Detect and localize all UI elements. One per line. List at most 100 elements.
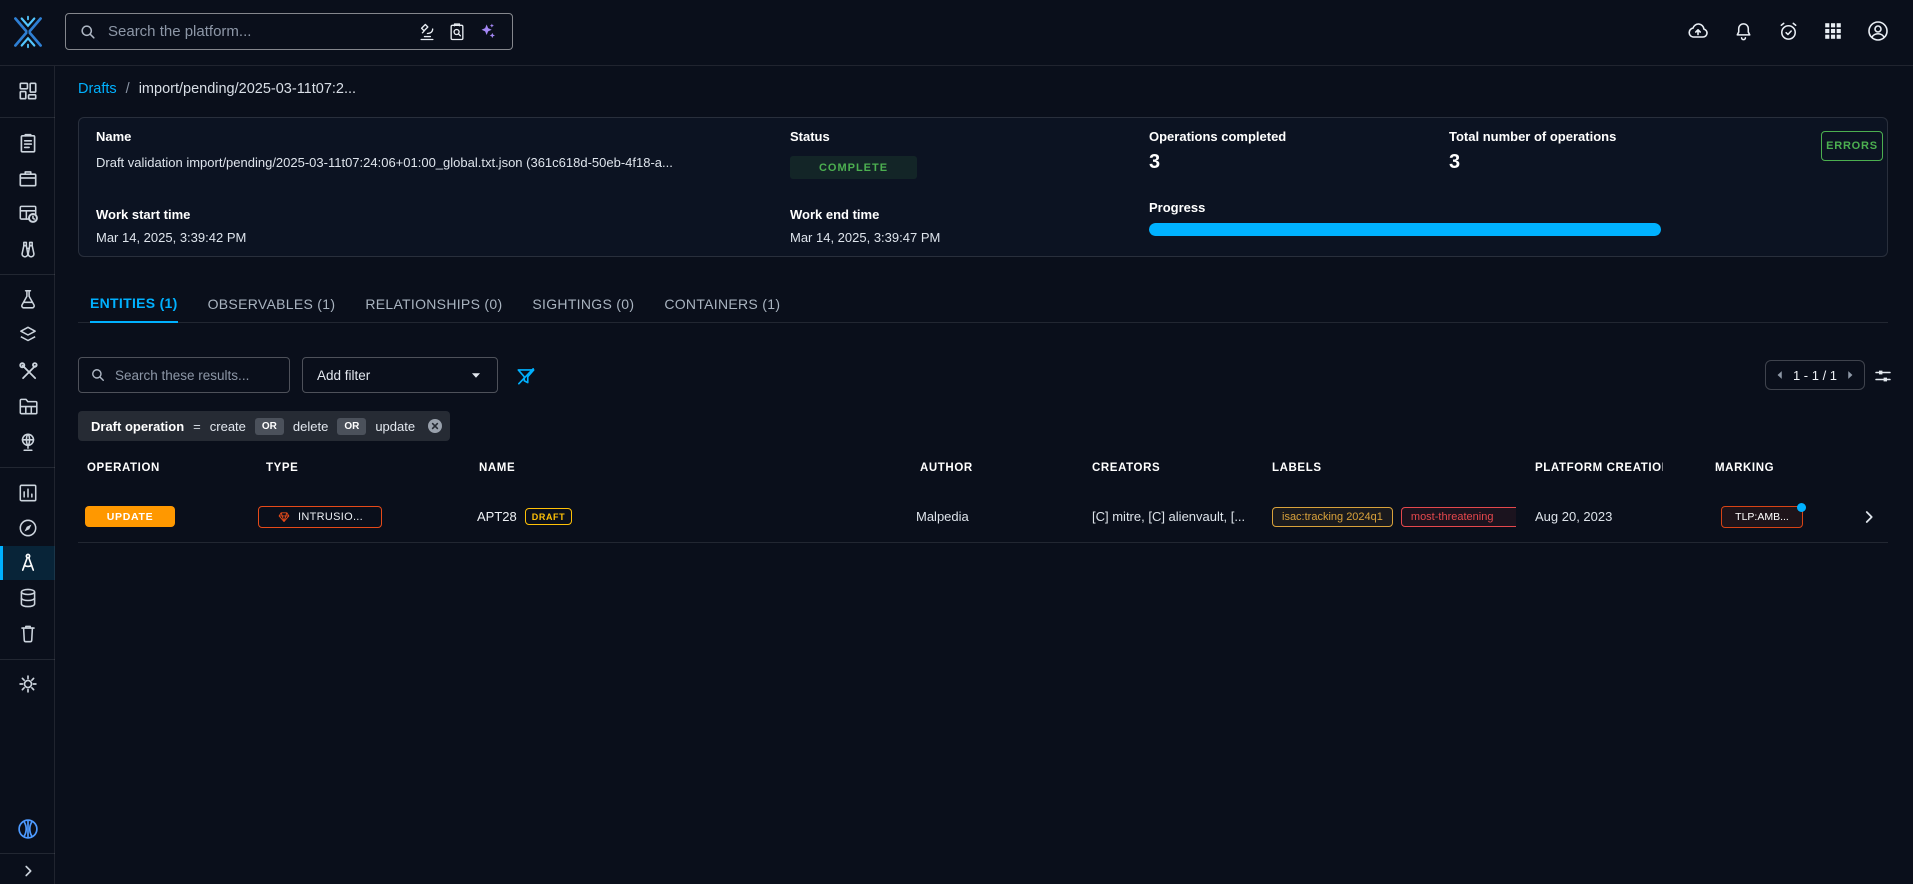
total-operations-label: Total number of operations	[1449, 129, 1616, 144]
table-header-row: OPERATION TYPE NAME AUTHOR CREATORS LABE…	[0, 462, 1913, 486]
filter-operator: =	[193, 419, 201, 434]
breadcrumb-drafts-link[interactable]: Drafts	[78, 81, 117, 97]
column-header-author[interactable]: AUTHOR	[920, 462, 973, 474]
add-filter-label: Add filter	[317, 368, 370, 383]
filter-remove-icon[interactable]	[426, 417, 444, 435]
table-row[interactable]: UPDATE INTRUSIO... APT28 DRAFT Malpedia …	[78, 490, 1888, 543]
result-tabs: ENTITIES (1) OBSERVABLES (1) RELATIONSHI…	[78, 285, 1888, 323]
marking-chip: TLP:AMB...	[1721, 506, 1803, 528]
label-chip[interactable]: isac:tracking 2024q1	[1272, 507, 1393, 527]
chevron-down-icon	[467, 366, 485, 384]
platform-search-input[interactable]	[108, 23, 412, 40]
sidebar-item-cases[interactable]	[0, 161, 55, 195]
author-value: Malpedia	[916, 509, 969, 524]
sidebar-item-entities[interactable]	[0, 389, 55, 423]
pagination-next-icon[interactable]	[1843, 368, 1857, 382]
tab-relationships[interactable]: RELATIONSHIPS (0)	[365, 285, 502, 323]
marking-label: TLP:AMB...	[1735, 511, 1789, 523]
clear-filters-icon[interactable]	[512, 362, 540, 390]
column-header-marking[interactable]: MARKING	[1715, 462, 1774, 474]
type-cell: INTRUSIO...	[258, 490, 382, 543]
apps-grid-icon[interactable]	[1818, 16, 1848, 46]
sidebar-item-arsenal[interactable]	[0, 318, 55, 352]
filter-value[interactable]: update	[375, 419, 415, 434]
draft-validation-summary-card: Name Draft validation import/pending/202…	[78, 117, 1888, 257]
left-sidebar	[0, 66, 55, 884]
platform-creation-date-cell: Aug 20, 2023	[1535, 490, 1655, 543]
sidebar-item-events[interactable]	[0, 196, 55, 230]
sidebar-divider	[0, 274, 55, 275]
topbar-actions	[1683, 16, 1893, 46]
entity-type-label: INTRUSIO...	[298, 511, 363, 523]
results-search-input[interactable]	[115, 368, 281, 383]
work-start-value: Mar 14, 2025, 3:39:42 PM	[96, 230, 246, 245]
cloud-upload-icon[interactable]	[1683, 16, 1713, 46]
filter-join-badge[interactable]: OR	[255, 418, 284, 435]
tab-containers[interactable]: CONTAINERS (1)	[664, 285, 780, 323]
progress-bar	[1149, 223, 1661, 236]
sidebar-item-trash[interactable]	[0, 616, 55, 650]
opencti-logo-icon[interactable]	[10, 13, 46, 51]
platform-creation-date-value: Aug 20, 2023	[1535, 509, 1612, 524]
sidebar-item-data[interactable]	[0, 581, 55, 615]
label-chip[interactable]: most-threatening	[1401, 507, 1516, 527]
tab-entities[interactable]: ENTITIES (1)	[90, 285, 178, 323]
ask-ai-sparkle-icon[interactable]	[472, 17, 502, 47]
labels-cell: isac:tracking 2024q1 most-threatening	[1272, 490, 1516, 543]
draft-badge: DRAFT	[525, 508, 573, 525]
filter-join-badge[interactable]: OR	[337, 418, 366, 435]
sidebar-item-investigations[interactable]	[0, 511, 55, 545]
pagination: 1 - 1 / 1	[1765, 360, 1865, 390]
add-filter-select[interactable]: Add filter	[302, 357, 498, 393]
sidebar-item-settings[interactable]	[0, 667, 55, 701]
sidebar-expand-chevron-icon[interactable]	[0, 858, 55, 884]
total-operations-value: 3	[1449, 151, 1460, 174]
pagination-text: 1 - 1 / 1	[1793, 368, 1837, 383]
bulk-search-clipboard-icon[interactable]	[442, 17, 472, 47]
sidebar-item-dashboard[interactable]	[0, 74, 55, 108]
column-header-platform-creation-date[interactable]: PLATFORM CREATION DATE	[1535, 462, 1663, 474]
status-label: Status	[790, 129, 830, 144]
sidebar-item-threats[interactable]	[0, 282, 55, 316]
creators-cell: [C] mitre, [C] alienvault, [...	[1092, 490, 1264, 543]
column-header-labels[interactable]: LABELS	[1272, 462, 1322, 474]
marking-cell: TLP:AMB...	[1721, 490, 1803, 543]
opencti-app: Drafts / import/pending/2025-03-11t07:2.…	[0, 0, 1913, 884]
row-expand-chevron-icon[interactable]	[1856, 504, 1882, 530]
column-header-operation[interactable]: OPERATION	[87, 462, 160, 474]
pagination-prev-icon[interactable]	[1773, 368, 1787, 382]
active-filter-chip[interactable]: Draft operation = create OR delete OR up…	[78, 411, 450, 441]
column-header-name[interactable]: NAME	[479, 462, 515, 474]
xtm-hub-icon[interactable]	[0, 812, 55, 846]
column-header-creators[interactable]: CREATORS	[1092, 462, 1160, 474]
creators-value: [C] mitre, [C] alienvault, [...	[1092, 509, 1245, 524]
sidebar-divider	[0, 117, 55, 118]
progress-label: Progress	[1149, 200, 1205, 215]
account-icon[interactable]	[1863, 16, 1893, 46]
sidebar-item-dashboards[interactable]	[0, 476, 55, 510]
progress-bar-fill	[1149, 223, 1661, 236]
sidebar-item-drafts[interactable]	[0, 546, 55, 580]
breadcrumb-current: import/pending/2025-03-11t07:2...	[139, 81, 356, 97]
column-header-type[interactable]: TYPE	[266, 462, 298, 474]
breadcrumb-separator: /	[126, 81, 130, 97]
triggers-alarm-icon[interactable]	[1773, 16, 1803, 46]
sidebar-item-techniques[interactable]	[0, 354, 55, 388]
name-label: Name	[96, 129, 131, 144]
filter-value[interactable]: delete	[293, 419, 328, 434]
sidebar-item-analyses[interactable]	[0, 126, 55, 160]
work-end-value: Mar 14, 2025, 3:39:47 PM	[790, 230, 940, 245]
sidebar-item-locations[interactable]	[0, 425, 55, 459]
filter-value[interactable]: create	[210, 419, 246, 434]
errors-button[interactable]: ERRORS	[1821, 131, 1883, 161]
tab-observables[interactable]: OBSERVABLES (1)	[208, 285, 336, 323]
notifications-bell-icon[interactable]	[1728, 16, 1758, 46]
operation-cell: UPDATE	[85, 490, 175, 543]
top-bar	[0, 0, 1913, 66]
column-settings-icon[interactable]	[1872, 365, 1894, 387]
tab-sightings[interactable]: SIGHTINGS (0)	[532, 285, 634, 323]
advanced-search-microscope-icon[interactable]	[412, 17, 442, 47]
work-start-label: Work start time	[96, 207, 190, 222]
operation-update-chip: UPDATE	[85, 506, 175, 527]
sidebar-item-observations[interactable]	[0, 232, 55, 266]
